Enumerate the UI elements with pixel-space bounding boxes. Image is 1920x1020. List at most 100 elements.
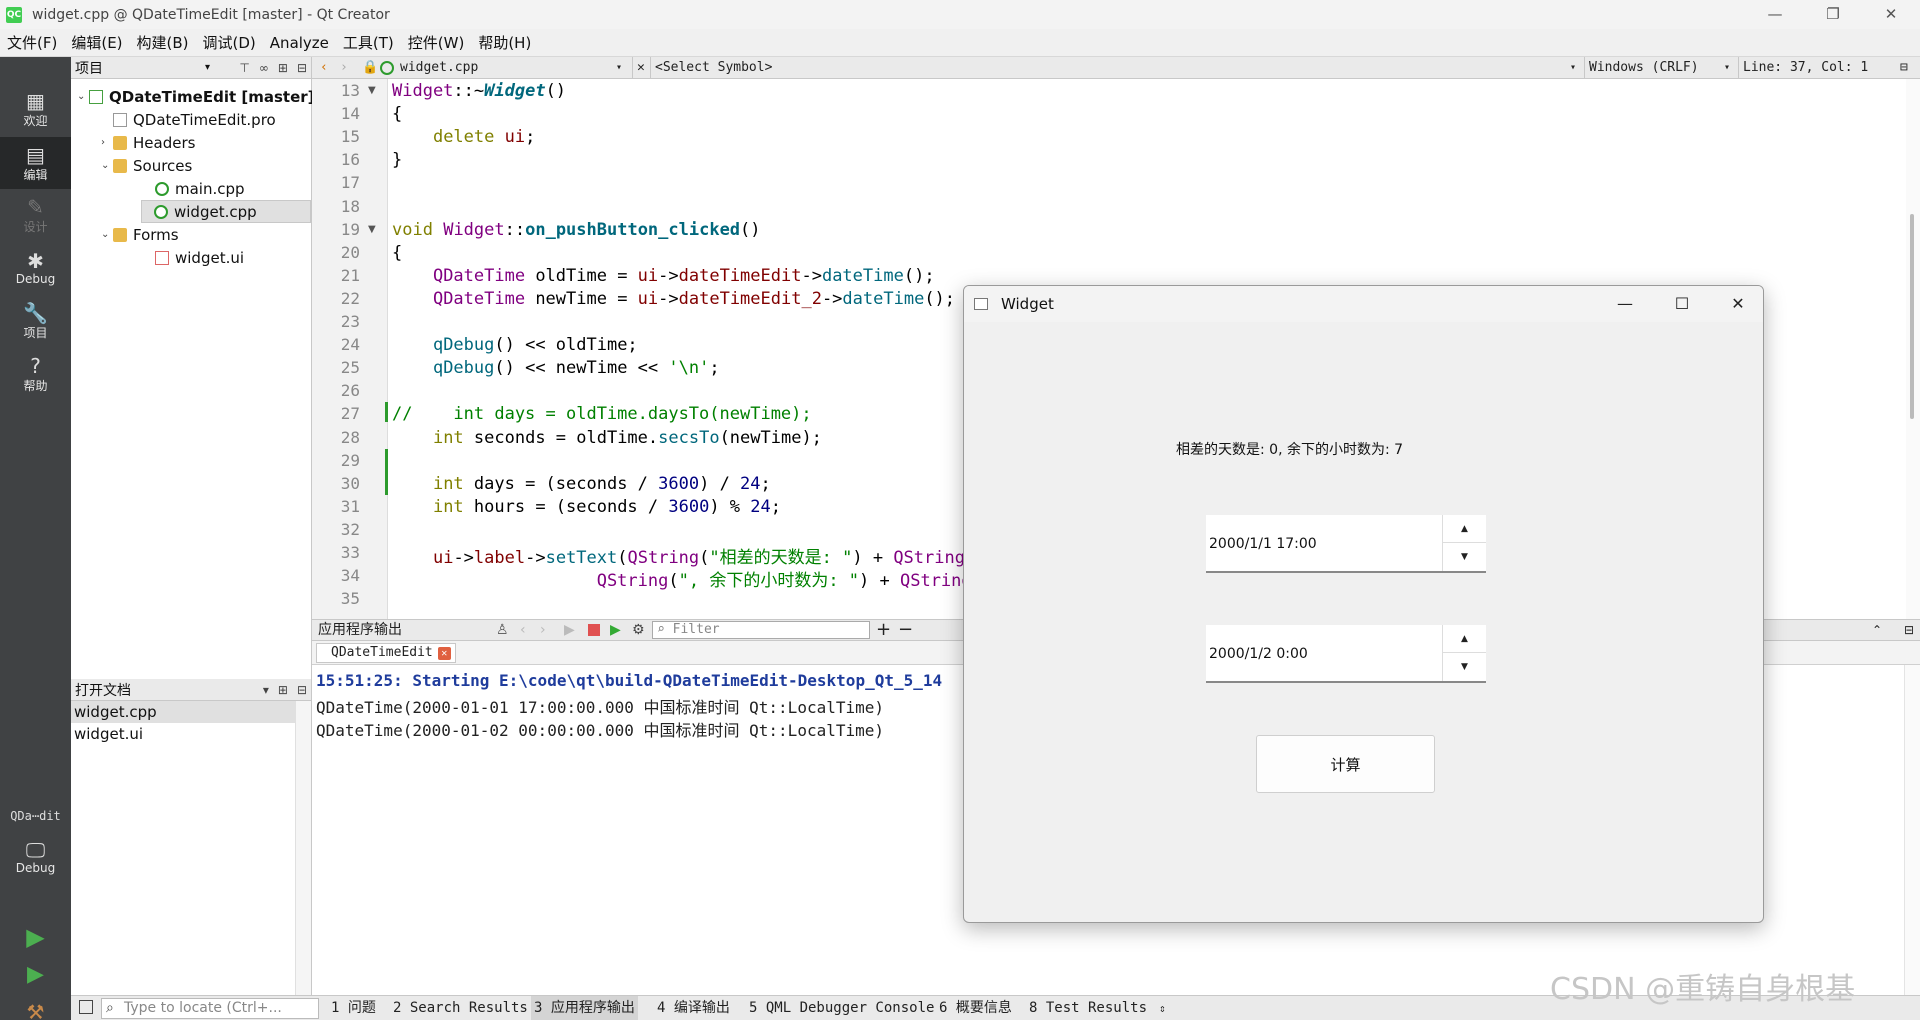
code-line: qDebug() << newTime << '\n'; <box>432 358 720 379</box>
mode-welcome[interactable]: ▦ 欢迎 <box>0 83 71 135</box>
status-tab-test-results[interactable]: 8 Test Results <box>1029 996 1147 1020</box>
menu-controls[interactable]: 控件(W) <box>401 32 472 53</box>
split-icon[interactable]: ⊞ <box>278 57 288 79</box>
chevron-down-icon[interactable]: ▾ <box>1724 57 1730 79</box>
chevron-down-icon[interactable]: ▾ <box>205 62 210 73</box>
run-button[interactable]: ▶ <box>0 919 71 955</box>
chevron-down-icon[interactable]: ▾ <box>616 57 622 79</box>
menu-build[interactable]: 构建(B) <box>130 32 196 53</box>
expand-arrow-icon[interactable]: ⌄ <box>77 91 89 102</box>
chevron-updown-icon[interactable]: ⇕ <box>1159 996 1166 1020</box>
minus-icon[interactable]: − <box>898 620 913 640</box>
split-icon[interactable]: ⊞ <box>278 679 288 701</box>
datetime-edit-2-value[interactable]: 2000/1/2 0:00 <box>1209 625 1308 683</box>
spin-down-button[interactable]: ▼ <box>1443 653 1486 681</box>
status-tab-issues[interactable]: 1 问题 <box>331 996 376 1020</box>
forward-icon[interactable]: › <box>540 620 546 640</box>
plus-icon[interactable]: + <box>876 620 891 640</box>
mode-label: 欢迎 <box>23 113 48 128</box>
status-tab-summary[interactable]: 6 概要信息 <box>939 996 1012 1020</box>
status-tab-app-output[interactable]: 3 应用程序输出 <box>531 996 638 1020</box>
symbol-selector[interactable]: <Select Symbol> <box>650 57 772 79</box>
open-doc-item[interactable]: widget.cpp <box>71 701 295 723</box>
close-panel-icon[interactable]: ⊟ <box>297 57 307 79</box>
close-file-icon[interactable]: ✕ <box>632 57 645 79</box>
close-button[interactable]: ✕ <box>1862 0 1920 29</box>
gear-icon[interactable]: ⚙ <box>632 620 645 640</box>
back-icon[interactable]: ‹ <box>320 57 328 79</box>
expand-arrow-icon[interactable]: ⌄ <box>101 160 113 171</box>
mode-help[interactable]: ? 帮助 <box>0 348 71 400</box>
kit-selector[interactable]: 🖵 Debug <box>0 827 71 887</box>
datetime-edit-1-value[interactable]: 2000/1/1 17:00 <box>1209 515 1317 573</box>
tree-item[interactable]: ⌄ QDateTimeEdit [master] <box>77 85 315 108</box>
output-tab-qdatetimeedit[interactable]: QDateTimeEdit ✕ <box>316 643 456 663</box>
mode-debug[interactable]: ✱ Debug <box>0 242 71 294</box>
maximize-button[interactable]: ❐ <box>1804 0 1862 29</box>
current-file-selector[interactable]: widget.cpp <box>400 57 478 79</box>
close-tab-icon[interactable]: ✕ <box>437 647 451 660</box>
line-number: 17 <box>340 173 360 193</box>
output-filter-input[interactable]: ⌕ Filter <box>652 621 870 639</box>
menu-help[interactable]: 帮助(H) <box>471 32 538 53</box>
tree-item[interactable]: ⌄ Sources <box>101 154 192 177</box>
status-tab-qml-debugger[interactable]: 5 QML Debugger Console <box>749 996 934 1020</box>
menu-edit[interactable]: 编辑(E) <box>64 32 129 53</box>
chevron-down-icon[interactable]: ▾ <box>1570 57 1576 79</box>
fold-arrow-icon[interactable]: ▼ <box>368 85 376 96</box>
expand-arrow-icon[interactable]: ⌄ <box>101 229 113 240</box>
menu-debug[interactable]: 调试(D) <box>196 32 263 53</box>
minimize-button[interactable]: — <box>1746 0 1804 29</box>
toggle-sidebar-icon[interactable] <box>79 1000 93 1014</box>
output-scrollbar[interactable] <box>1904 665 1920 995</box>
link-icon[interactable]: ∞ <box>259 57 269 79</box>
datetime-edit-1[interactable]: 2000/1/1 17:00 ▲ ▼ <box>1206 515 1486 573</box>
line-ending-selector[interactable]: Windows (CRLF) <box>1584 57 1699 79</box>
run-icon[interactable]: ▶ <box>564 620 575 640</box>
tree-item[interactable]: ⌄ Forms <box>101 223 179 246</box>
split-icon[interactable]: ⊟ <box>1900 57 1908 79</box>
spin-down-button[interactable]: ▼ <box>1443 543 1486 571</box>
widget-close-button[interactable]: ✕ <box>1710 286 1763 322</box>
forward-icon[interactable]: › <box>340 57 348 79</box>
build-button[interactable]: ⚒ <box>0 995 71 1020</box>
calculate-button[interactable]: 计算 <box>1256 735 1435 793</box>
mode-edit[interactable]: ▤ 编辑 <box>0 137 71 189</box>
fold-arrow-icon[interactable]: ▼ <box>368 224 376 235</box>
datetime-edit-2[interactable]: 2000/1/2 0:00 ▲ ▼ <box>1206 625 1486 683</box>
chevron-down-icon[interactable]: ▾ <box>263 679 269 701</box>
stop-icon[interactable] <box>588 624 600 636</box>
mode-design[interactable]: ✎ 设计 <box>0 189 71 241</box>
cursor-position[interactable]: Line: 37, Col: 1 <box>1738 57 1868 79</box>
menu-tools[interactable]: 工具(T) <box>336 32 401 53</box>
debug-run-button[interactable]: ▶ <box>0 957 71 993</box>
menu-file[interactable]: 文件(F) <box>0 32 64 53</box>
editor-toolbar: ‹ › 🔒 widget.cpp ▾ ✕ <Select Symbol> ▾ W… <box>312 57 1920 79</box>
status-tab-search-results[interactable]: 2 Search Results <box>393 996 528 1020</box>
close-panel-icon[interactable]: ⊟ <box>297 679 307 701</box>
open-documents-scrollbar[interactable] <box>295 701 311 995</box>
open-doc-item[interactable]: widget.ui <box>71 723 295 745</box>
tree-item[interactable]: main.cpp <box>143 177 245 200</box>
filter-icon[interactable]: ⊤ <box>239 57 249 79</box>
spin-up-button[interactable]: ▲ <box>1443 625 1486 653</box>
chevron-up-icon[interactable]: ⌃ <box>1872 620 1882 640</box>
back-icon[interactable]: ‹ <box>520 620 526 640</box>
locator-input[interactable]: ⌕ Type to locate (Ctrl+... <box>101 998 319 1019</box>
editor-scrollbar[interactable] <box>1906 79 1920 619</box>
close-panel-icon[interactable]: ⊟ <box>1904 620 1914 640</box>
menu-analyze[interactable]: Analyze <box>263 34 336 52</box>
debug-run-icon[interactable]: ▶ <box>610 620 621 640</box>
spin-up-button[interactable]: ▲ <box>1443 515 1486 543</box>
tree-item[interactable]: QDateTimeEdit.pro <box>101 108 276 131</box>
status-tab-compile-output[interactable]: 4 编译输出 <box>657 996 730 1020</box>
expand-arrow-icon[interactable]: › <box>101 137 113 148</box>
editor-scrollbar-thumb[interactable] <box>1910 214 1914 419</box>
mode-projects[interactable]: 🔧 项目 <box>0 295 71 347</box>
tree-item[interactable]: widget.cpp <box>141 200 311 223</box>
widget-minimize-button[interactable]: — <box>1597 286 1653 322</box>
tree-item[interactable]: › Headers <box>101 131 195 154</box>
widget-maximize-button[interactable]: ☐ <box>1654 286 1710 322</box>
tree-item[interactable]: widget.ui <box>143 246 244 269</box>
clean-icon[interactable]: ♙ <box>496 620 509 640</box>
